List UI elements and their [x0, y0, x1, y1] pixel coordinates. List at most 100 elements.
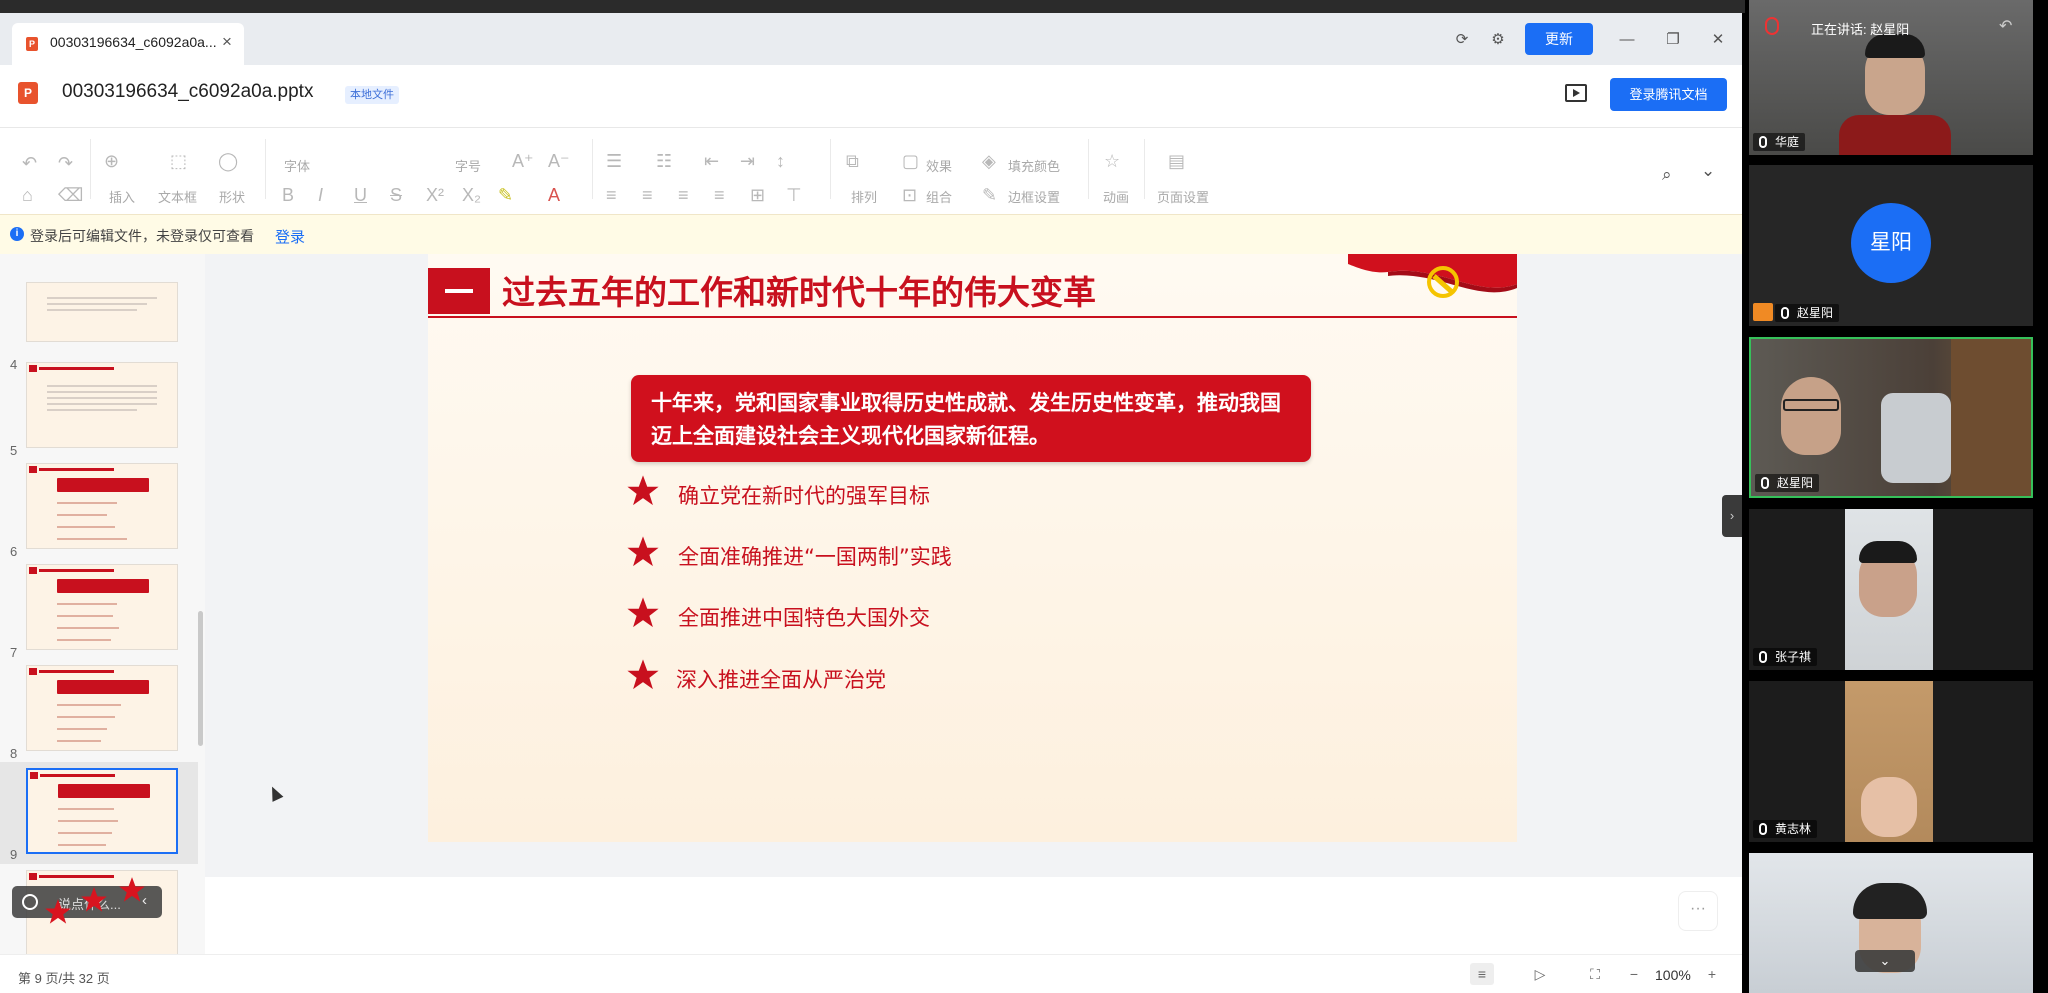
participant-video-tile[interactable]: 张子祺: [1749, 509, 2033, 670]
participant-video-tile[interactable]: [1749, 853, 2033, 993]
info-icon: i: [10, 227, 24, 241]
slide-thumbnail-selected[interactable]: 9: [0, 762, 198, 864]
fill-color-icon[interactable]: ◈: [982, 151, 996, 172]
shape-label[interactable]: 形状: [219, 187, 245, 206]
line-spacing-icon[interactable]: ↕: [776, 151, 785, 172]
thumb-text-line: [57, 728, 107, 730]
font-size-select[interactable]: 字号: [455, 156, 481, 175]
group-label[interactable]: 组合: [926, 187, 952, 206]
undo-icon[interactable]: ↶: [22, 153, 37, 174]
strikethrough-icon[interactable]: S: [390, 185, 402, 206]
italic-icon[interactable]: I: [318, 185, 323, 206]
participant-video-tile-speaking[interactable]: 赵星阳: [1749, 337, 2033, 498]
page-setup-label[interactable]: 页面设置: [1157, 187, 1209, 206]
effect-label[interactable]: 效果: [926, 156, 952, 175]
slide[interactable]: 过去五年的工作和新时代十年的伟大变革 十年来，党和国家事业取得历史性成就、发生历…: [428, 254, 1517, 842]
eraser-icon[interactable]: ⌫: [58, 185, 83, 206]
present-icon[interactable]: [1565, 84, 1587, 102]
notes-toggle-icon[interactable]: ≡: [1470, 963, 1494, 985]
slide-thumbnail[interactable]: 6: [0, 463, 198, 561]
effect-icon[interactable]: ▢: [902, 151, 919, 172]
underline-icon[interactable]: U: [354, 185, 367, 206]
shape-icon[interactable]: ◯: [218, 151, 238, 172]
align-left-icon[interactable]: ≡: [606, 185, 617, 206]
slide-thumbnail-panel[interactable]: 4 5 6 7 8 9: [0, 254, 205, 969]
zoom-out-icon[interactable]: −: [1622, 963, 1646, 985]
slide-thumbnail[interactable]: 7: [0, 564, 198, 662]
group-icon[interactable]: ⊡: [902, 185, 917, 206]
participant-avatar-tile[interactable]: 星阳 赵星阳: [1749, 165, 2033, 326]
outdent-icon[interactable]: ⇤: [704, 151, 719, 172]
restore-icon[interactable]: ❐: [1660, 27, 1686, 53]
slide-thumbnail[interactable]: 5: [0, 362, 198, 460]
redo-icon[interactable]: ↷: [58, 153, 73, 174]
participant-name: 张子祺: [1753, 648, 1818, 666]
slide-thumbnail[interactable]: 8: [0, 665, 198, 763]
thumbnail-number: 8: [10, 746, 18, 761]
login-link[interactable]: 登录: [275, 226, 305, 247]
textbox-icon[interactable]: ⬚: [170, 151, 187, 172]
bullet-text: 全面准确推进“一国两制”实践: [678, 545, 952, 569]
border-label[interactable]: 边框设置: [1008, 187, 1060, 206]
thumbnail-scrollbar[interactable]: [198, 611, 203, 746]
close-window-icon[interactable]: ✕: [1705, 27, 1731, 53]
animation-label[interactable]: 动画: [1103, 187, 1129, 206]
insert-label[interactable]: 插入: [109, 187, 135, 206]
file-name[interactable]: 00303196634_c6092a0a.pptx: [62, 81, 313, 103]
fit-page-icon[interactable]: ⛶: [1583, 963, 1607, 985]
indent-icon[interactable]: ⇥: [740, 151, 755, 172]
distribute-icon[interactable]: ⊞: [750, 185, 765, 206]
settings-gear-icon[interactable]: ⚙: [1485, 27, 1511, 53]
participant-name-text: 赵星阳: [1797, 306, 1834, 320]
justify-icon[interactable]: ≡: [714, 185, 725, 206]
update-button[interactable]: 更新: [1525, 23, 1593, 55]
border-icon[interactable]: ✎: [982, 185, 997, 206]
highlight-icon[interactable]: ✎: [498, 185, 513, 206]
login-tencent-docs-button[interactable]: 登录腾讯文档: [1610, 78, 1727, 111]
thumbnail-preview: [26, 564, 178, 650]
font-color-icon[interactable]: A: [548, 185, 560, 206]
play-icon[interactable]: ▷: [1528, 963, 1552, 985]
bold-icon[interactable]: B: [282, 185, 294, 206]
page-indicator: 第 9 页/共 32 页: [18, 971, 110, 986]
subscript-icon[interactable]: X₂: [462, 185, 481, 206]
collapse-side-panel-button[interactable]: ›: [1722, 495, 1742, 537]
align-center-icon[interactable]: ≡: [642, 185, 653, 206]
thumb-text-line: [57, 639, 111, 641]
fill-color-label[interactable]: 填充颜色: [1008, 156, 1060, 175]
animation-icon[interactable]: ☆: [1104, 151, 1120, 172]
font-shrink-icon[interactable]: A⁻: [548, 151, 570, 172]
minimize-icon[interactable]: —: [1614, 27, 1640, 53]
mic-icon: [1759, 823, 1767, 835]
align-right-icon[interactable]: ≡: [678, 185, 689, 206]
numbered-list-icon[interactable]: ☷: [656, 151, 672, 172]
emoji-icon[interactable]: [22, 894, 38, 910]
insert-icon[interactable]: ⊕: [104, 151, 119, 172]
arrange-label[interactable]: 排列: [851, 187, 877, 206]
textbox-label[interactable]: 文本框: [158, 187, 197, 206]
page-setup-icon[interactable]: ▤: [1168, 151, 1185, 172]
zoom-in-icon[interactable]: +: [1700, 963, 1724, 985]
search-icon[interactable]: ⌕: [1662, 165, 1672, 185]
notes-area[interactable]: ···: [205, 877, 1742, 954]
sync-icon[interactable]: ⟳: [1449, 27, 1475, 53]
participant-video-tile[interactable]: 正在讲话: 赵星阳 ↶ 华庭: [1749, 0, 2033, 155]
arrange-icon[interactable]: ⧉: [846, 151, 859, 172]
vertical-align-icon[interactable]: ⊤: [786, 185, 802, 206]
bullet-list-icon[interactable]: ☰: [606, 151, 622, 172]
screen: P 00303196634_c6092a0a... × ⟳ ⚙ 更新 — ❐ ✕…: [0, 0, 2048, 993]
slide-thumbnail[interactable]: 4: [0, 282, 198, 374]
scroll-down-button[interactable]: ⌄: [1855, 950, 1915, 972]
document-tab[interactable]: P 00303196634_c6092a0a... ×: [12, 23, 244, 65]
participant-video-tile[interactable]: 黄志林: [1749, 681, 2033, 842]
reply-icon[interactable]: ↶: [1999, 16, 2012, 36]
format-painter-icon[interactable]: ⌂: [22, 185, 33, 206]
tab-close-icon[interactable]: ×: [222, 32, 232, 52]
superscript-icon[interactable]: X²: [426, 185, 444, 206]
font-family-select[interactable]: 字体: [284, 156, 310, 175]
thumb-text-line: [47, 409, 137, 411]
thumbnail-preview: [26, 282, 178, 342]
font-grow-icon[interactable]: A⁺: [512, 151, 534, 172]
expand-toolbar-icon[interactable]: ⌄: [1701, 161, 1715, 181]
more-options-button[interactable]: ···: [1678, 891, 1718, 931]
